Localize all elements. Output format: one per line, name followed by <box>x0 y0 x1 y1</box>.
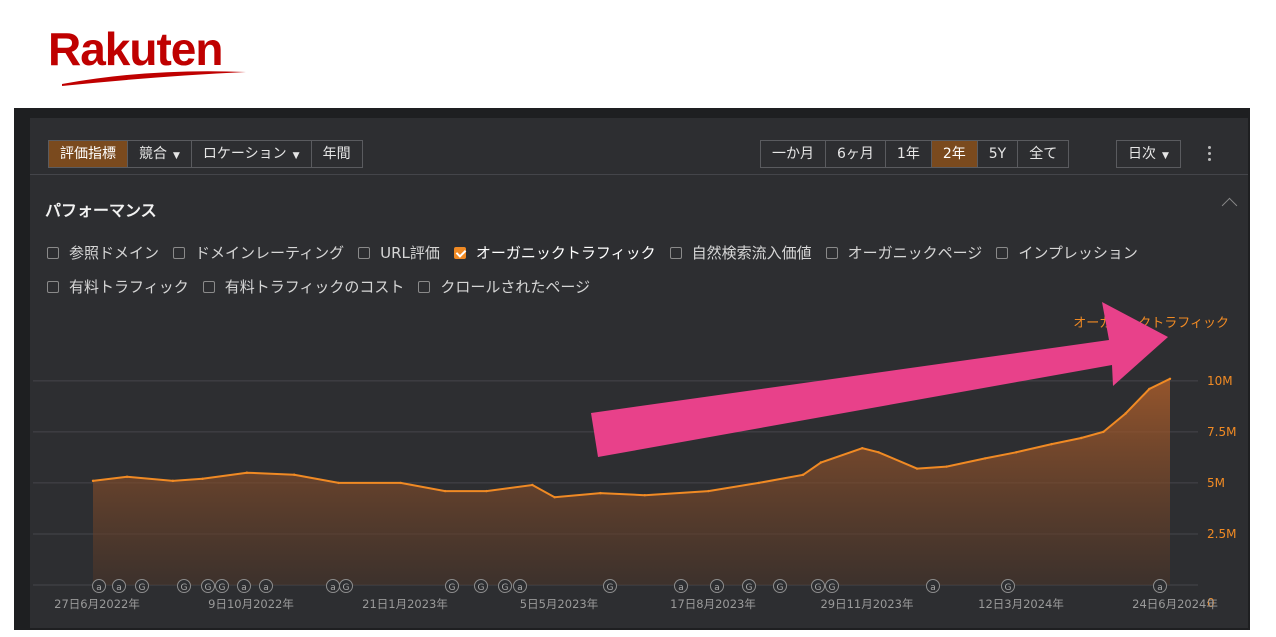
annotation-marker-label: G <box>449 583 456 593</box>
series-point <box>485 489 488 493</box>
series-point <box>1014 451 1018 454</box>
series-point <box>337 481 340 485</box>
x-tick-label: 29日11月2023年 <box>820 597 913 611</box>
annotation-marker-label: G <box>139 583 146 593</box>
series-point <box>201 477 204 481</box>
annotation-marker-label: a <box>263 583 269 593</box>
series-point <box>91 479 95 483</box>
annotation-marker-label: G <box>343 583 350 593</box>
annotation-marker-label: a <box>930 583 936 593</box>
series-point <box>915 467 919 470</box>
series-point <box>643 493 647 497</box>
series-point <box>443 489 447 493</box>
y-tick-label: 5M <box>1207 476 1225 490</box>
annotation-marker-label: G <box>829 583 836 593</box>
series-point <box>1124 412 1127 415</box>
series-point <box>1080 436 1083 440</box>
x-tick-label: 5日5月2023年 <box>520 597 598 611</box>
series-point <box>861 447 864 450</box>
annotation-marker-label: a <box>330 583 336 593</box>
series-point <box>983 457 987 460</box>
x-tick-label: 9日10月2022年 <box>208 597 294 611</box>
series-point <box>1102 430 1105 434</box>
annotation-marker-label: G <box>502 583 509 593</box>
y-tick-label: 2.5M <box>1207 527 1236 541</box>
series-point <box>757 481 760 485</box>
series-point <box>599 491 602 495</box>
series-point <box>1148 387 1151 391</box>
annotation-marker-label: a <box>678 583 684 593</box>
annotation-marker-label: G <box>777 583 784 593</box>
series-point <box>553 496 556 499</box>
x-tick-label: 12日3月2024年 <box>978 597 1064 611</box>
series-point <box>877 451 880 454</box>
series-point <box>707 489 710 493</box>
series-point <box>245 471 249 474</box>
series-point <box>801 473 805 476</box>
x-tick-label: 17日8月2023年 <box>670 597 756 611</box>
series-point <box>531 483 534 487</box>
annotation-marker-label: G <box>219 583 226 593</box>
x-tick-label: 24日6月2024年 <box>1132 597 1218 611</box>
y-tick-label: 10M <box>1207 374 1233 388</box>
annotation-marker-label: G <box>181 583 188 593</box>
series-point <box>292 473 296 476</box>
annotation-marker-label: G <box>1005 583 1012 593</box>
annotation-marker-label: G <box>607 583 614 593</box>
series-point <box>1050 442 1053 446</box>
y-tick-label: 7.5M <box>1207 425 1236 439</box>
annotation-marker-label: a <box>1157 583 1163 593</box>
annotation-marker-label: a <box>241 583 247 593</box>
annotation-marker-label: G <box>746 583 753 593</box>
annotation-marker-label: a <box>517 583 523 593</box>
series-point <box>1168 377 1172 380</box>
series-point <box>945 465 948 468</box>
annotation-marker-label: G <box>478 583 485 593</box>
series-point <box>125 475 129 478</box>
annotation-marker-label: a <box>96 583 102 593</box>
annotation-marker-label: a <box>714 583 720 593</box>
traffic-chart: 02.5M5M7.5M10Mオーガニックトラフィック27日6月2022年 9日10… <box>33 302 1236 611</box>
annotation-marker-label: G <box>815 583 822 593</box>
series-point <box>819 461 823 464</box>
series-point <box>399 481 402 485</box>
series-point <box>171 479 175 483</box>
x-tick-label: 21日1月2023年 <box>362 597 448 611</box>
x-tick-label: 27日6月2022年 <box>54 597 140 611</box>
annotation-marker-label: a <box>116 583 122 593</box>
annotation-marker-label: G <box>205 583 212 593</box>
